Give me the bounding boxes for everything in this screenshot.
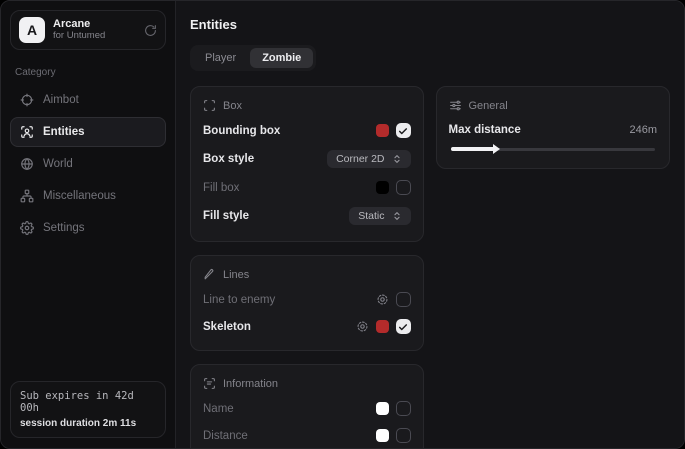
network-icon	[20, 189, 34, 203]
entities-icon	[20, 125, 34, 139]
card-information: Information Name Distance	[190, 364, 424, 448]
checkbox-fill-box[interactable]	[396, 180, 411, 195]
setting-label: Bounding box	[203, 125, 280, 137]
sidebar-item-aimbot[interactable]: Aimbot	[10, 85, 166, 115]
subscription-card: Sub expires in 42d 00h session duration …	[10, 381, 166, 438]
card-title: Lines	[223, 269, 249, 281]
dropdown-value: Static	[358, 210, 384, 222]
setting-label: Box style	[203, 153, 254, 165]
page-title: Entities	[190, 17, 670, 32]
max-distance-slider[interactable]	[451, 142, 656, 156]
setting-row-fill-style: Fill style Static	[203, 201, 411, 231]
scan-text-icon	[203, 377, 216, 390]
pencil-line-icon	[203, 268, 216, 281]
sidebar-item-label: Aimbot	[43, 94, 79, 106]
app-subtitle: for Untumed	[53, 31, 136, 42]
color-swatch[interactable]	[376, 402, 389, 415]
app-window: A Arcane for Untumed Category Aimbot	[0, 0, 685, 449]
sidebar: A Arcane for Untumed Category Aimbot	[1, 1, 176, 448]
setting-label: Skeleton	[203, 321, 251, 333]
slider-fill	[451, 147, 496, 151]
dropdown-value: Corner 2D	[336, 153, 384, 165]
slider-thumb[interactable]	[493, 144, 500, 154]
setting-label: Distance	[203, 430, 248, 442]
card-general: General Max distance 246m	[436, 86, 671, 169]
sidebar-item-label: Settings	[43, 222, 85, 234]
gear-icon	[20, 221, 34, 235]
setting-row-name: Name	[203, 395, 411, 422]
refresh-icon[interactable]	[144, 24, 157, 37]
color-swatch[interactable]	[376, 429, 389, 442]
dropdown-box-style[interactable]: Corner 2D	[327, 150, 410, 168]
sliders-icon	[449, 99, 462, 112]
setting-label: Max distance	[449, 124, 521, 136]
setting-row-bounding-box: Bounding box	[203, 117, 411, 144]
setting-row-box-style: Box style Corner 2D	[203, 144, 411, 174]
sidebar-item-label: Entities	[43, 126, 85, 138]
checkbox-name[interactable]	[396, 401, 411, 416]
sidebar-item-miscellaneous[interactable]: Miscellaneous	[10, 181, 166, 211]
session-duration-text: session duration 2m 11s	[20, 418, 156, 429]
setting-row-skeleton: Skeleton	[203, 313, 411, 340]
checkbox-distance[interactable]	[396, 428, 411, 443]
color-swatch[interactable]	[376, 181, 389, 194]
content-area: Box Bounding box Box style	[190, 86, 670, 448]
app-logo: A	[19, 17, 45, 43]
sidebar-item-label: Miscellaneous	[43, 190, 116, 202]
entity-tabs: Player Zombie	[190, 45, 316, 71]
category-label: Category	[15, 67, 161, 78]
sidebar-item-world[interactable]: World	[10, 149, 166, 179]
setting-row-max-distance: Max distance 246m	[449, 117, 658, 138]
checkbox-skeleton[interactable]	[396, 319, 411, 334]
sidebar-item-entities[interactable]: Entities	[10, 117, 166, 147]
card-box: Box Bounding box Box style	[190, 86, 424, 242]
scan-icon	[203, 99, 216, 112]
tab-player[interactable]: Player	[193, 48, 248, 68]
sub-expires-text: Sub expires in 42d 00h	[20, 390, 156, 414]
checkbox-bounding-box[interactable]	[396, 123, 411, 138]
app-name: Arcane	[53, 18, 136, 31]
slider-value: 246m	[629, 124, 657, 136]
card-title: General	[469, 100, 508, 112]
sidebar-item-label: World	[43, 158, 73, 170]
color-swatch[interactable]	[376, 320, 389, 333]
setting-row-distance: Distance	[203, 422, 411, 448]
main-panel: Entities Player Zombie Box Bounding box	[176, 1, 684, 448]
checkbox-line-to-enemy[interactable]	[396, 292, 411, 307]
sidebar-nav: Aimbot Entities World Miscellaneous	[10, 85, 166, 243]
crosshair-icon	[20, 93, 34, 107]
chevrons-up-down-icon	[392, 211, 402, 221]
row-settings-icon[interactable]	[356, 320, 369, 333]
tab-zombie[interactable]: Zombie	[250, 48, 313, 68]
card-lines: Lines Line to enemy Skeleton	[190, 255, 424, 351]
sidebar-item-settings[interactable]: Settings	[10, 213, 166, 243]
setting-row-line-to-enemy: Line to enemy	[203, 286, 411, 313]
setting-label: Fill box	[203, 182, 239, 194]
globe-icon	[20, 157, 34, 171]
card-title: Information	[223, 378, 278, 390]
color-swatch[interactable]	[376, 124, 389, 137]
chevrons-up-down-icon	[392, 154, 402, 164]
setting-label: Name	[203, 403, 234, 415]
setting-label: Fill style	[203, 210, 249, 222]
setting-label: Line to enemy	[203, 294, 275, 306]
dropdown-fill-style[interactable]: Static	[349, 207, 410, 225]
row-settings-icon[interactable]	[376, 293, 389, 306]
card-title: Box	[223, 100, 242, 112]
setting-row-fill-box: Fill box	[203, 174, 411, 201]
brand-card: A Arcane for Untumed	[10, 10, 166, 50]
